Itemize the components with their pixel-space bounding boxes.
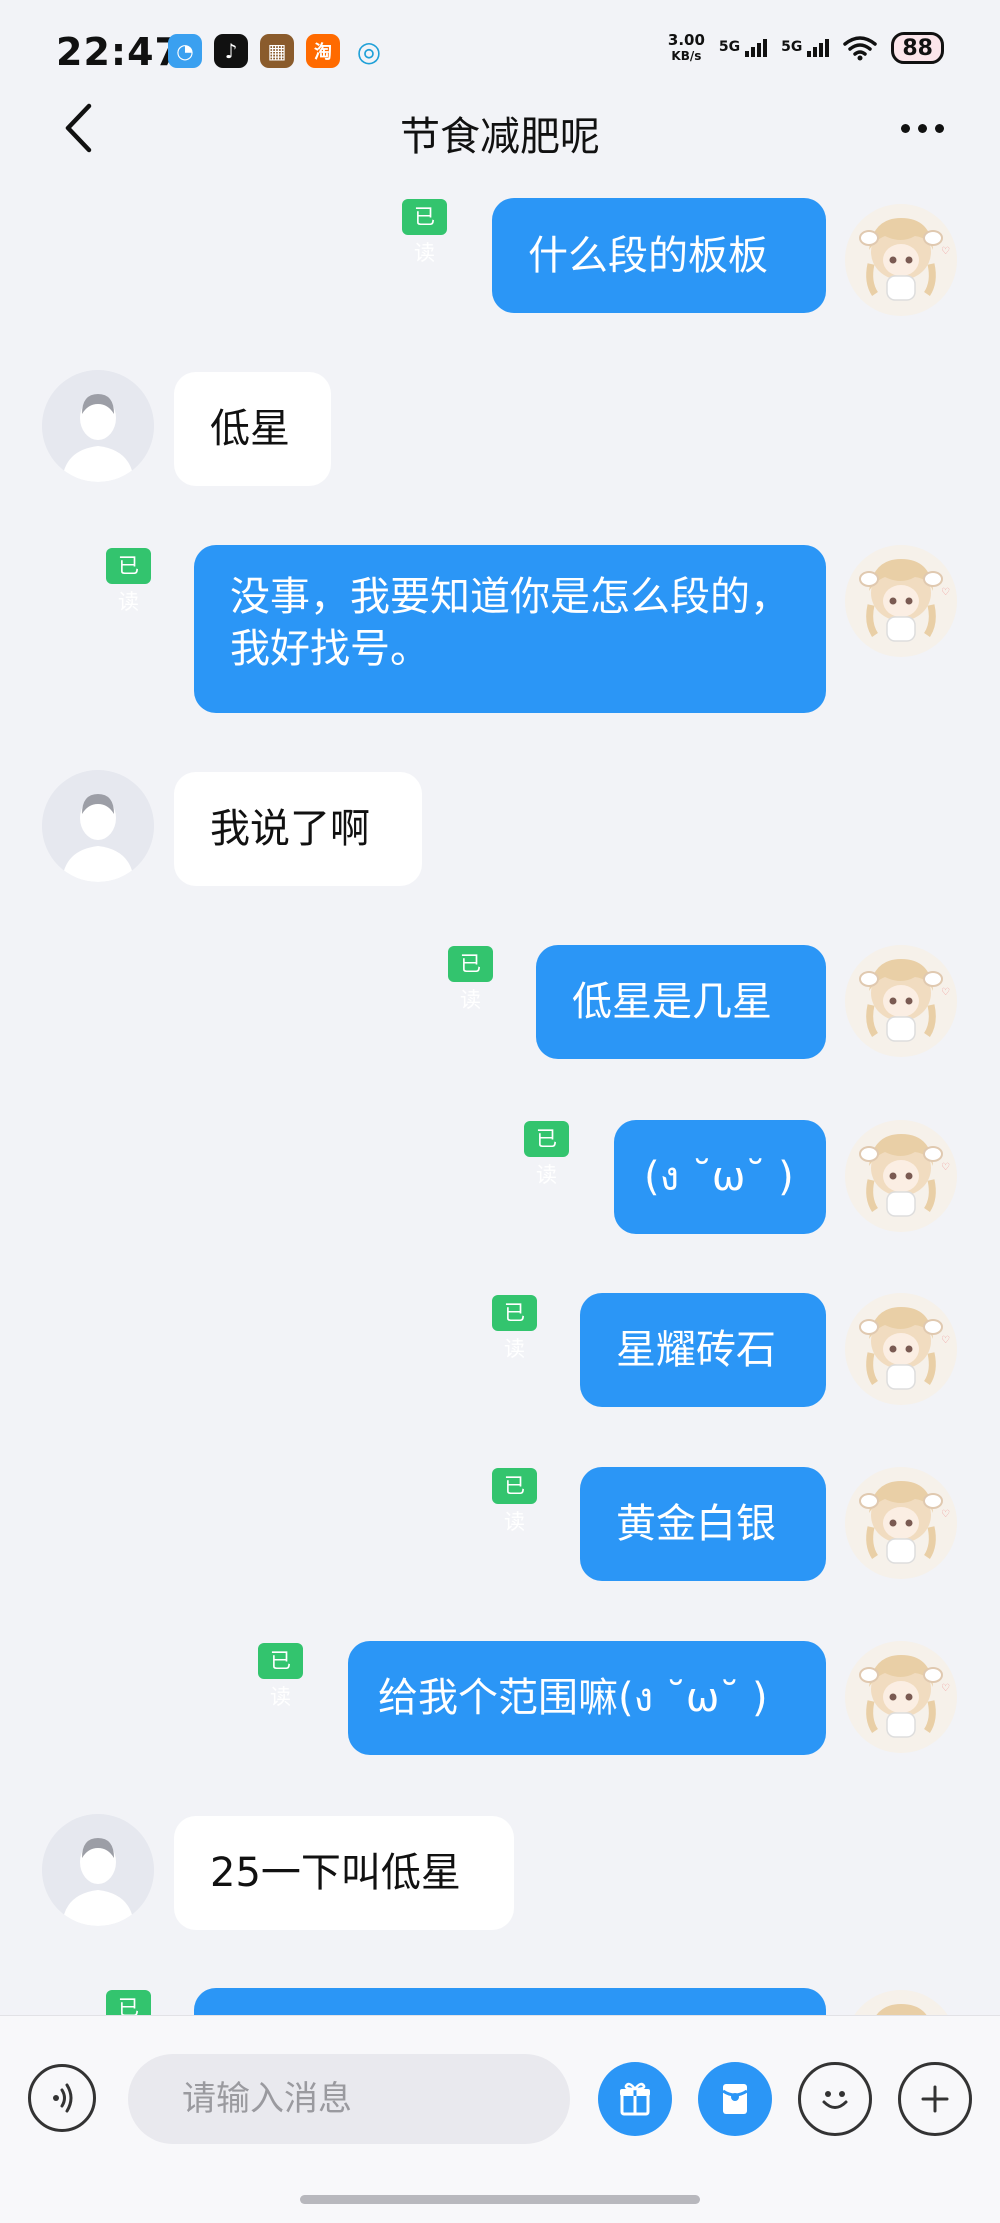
my-avatar[interactable]: [845, 545, 957, 657]
chat-title: 节食减肥呢: [400, 114, 600, 160]
message-bubble-outgoing[interactable]: 没事，我要知道你是怎么段的，我好找号。: [194, 545, 826, 713]
message-bubble-outgoing[interactable]: 星耀砖石: [580, 1293, 826, 1407]
contact-avatar[interactable]: [42, 370, 154, 482]
gift-button[interactable]: [598, 2062, 672, 2136]
message-bubble-incoming[interactable]: 25一下叫低星: [174, 1816, 514, 1930]
gift-icon: [620, 2082, 650, 2116]
message-bubble-outgoing[interactable]: 黄金白银: [580, 1467, 826, 1581]
read-badge: 已读: [448, 946, 493, 1012]
my-avatar[interactable]: [845, 945, 957, 1057]
my-avatar[interactable]: [845, 204, 957, 316]
more-options-button[interactable]: [890, 108, 954, 148]
add-more-button[interactable]: [898, 2062, 972, 2136]
emoji-icon: [822, 2091, 848, 2109]
contact-avatar[interactable]: [42, 1814, 154, 1926]
notification-app-icons: ◔ ♪ ▦ 淘 ◎: [168, 34, 386, 68]
signal-icon-2: 5G: [781, 39, 830, 57]
system-indicators: 3.00 KB/s 5G 5G 88: [668, 32, 944, 64]
message-bubble-outgoing[interactable]: 什么段的板板: [492, 198, 826, 313]
plus-icon: [921, 2085, 949, 2113]
home-indicator[interactable]: [300, 2195, 700, 2204]
signal-icon-1: 5G: [718, 39, 768, 57]
message-bubble-outgoing[interactable]: (ง ˘ω˘ ): [614, 1120, 826, 1234]
red-packet-icon: [722, 2084, 748, 2114]
my-avatar[interactable]: [845, 1293, 957, 1405]
status-time: 22:47: [56, 30, 182, 74]
red-packet-button[interactable]: [698, 2062, 772, 2136]
more-dot: [917, 123, 927, 133]
voice-icon: [53, 2083, 73, 2113]
read-badge: 已读: [106, 548, 151, 614]
message-bubble-incoming[interactable]: 我说了啊: [174, 772, 422, 886]
signal-2-label: 5G: [781, 39, 803, 55]
wifi-icon: [843, 36, 878, 61]
read-badge: 已读: [492, 1468, 537, 1534]
game-app-icon: ▦: [260, 34, 294, 68]
more-dot: [934, 123, 944, 133]
taobao-icon: 淘: [306, 34, 340, 68]
read-badge: 已读: [258, 1643, 303, 1709]
message-bubble-outgoing[interactable]: 低星是几星: [536, 945, 826, 1059]
voice-input-button[interactable]: [28, 2064, 96, 2132]
network-speed-value: 3.00: [667, 31, 705, 49]
network-speed-unit: KB/s: [671, 49, 702, 63]
my-avatar[interactable]: [845, 1120, 957, 1232]
battery-indicator: 88: [891, 32, 944, 64]
china-mobile-icon: ◎: [356, 34, 382, 68]
message-input[interactable]: [128, 2054, 570, 2144]
message-bubble-incoming[interactable]: 低星: [174, 372, 331, 486]
signal-1-label: 5G: [718, 39, 741, 55]
read-badge: 已读: [524, 1121, 569, 1187]
my-avatar[interactable]: [845, 1467, 957, 1579]
message-input-bar: [0, 2015, 1000, 2223]
app-icon-1: ◔: [168, 34, 202, 68]
network-speed: 3.00 KB/s: [668, 32, 705, 64]
read-badge: 已读: [402, 199, 447, 265]
more-dot: [900, 123, 910, 133]
message-bubble-outgoing[interactable]: 给我个范围嘛(ง ˘ω˘ ): [348, 1641, 826, 1755]
emoji-button[interactable]: [798, 2062, 872, 2136]
my-avatar[interactable]: [845, 1641, 957, 1753]
contact-avatar[interactable]: [42, 770, 154, 882]
read-badge: 已读: [492, 1295, 537, 1361]
tiktok-icon: ♪: [214, 34, 248, 68]
chat-header: 节食减肥呢: [0, 88, 1000, 168]
